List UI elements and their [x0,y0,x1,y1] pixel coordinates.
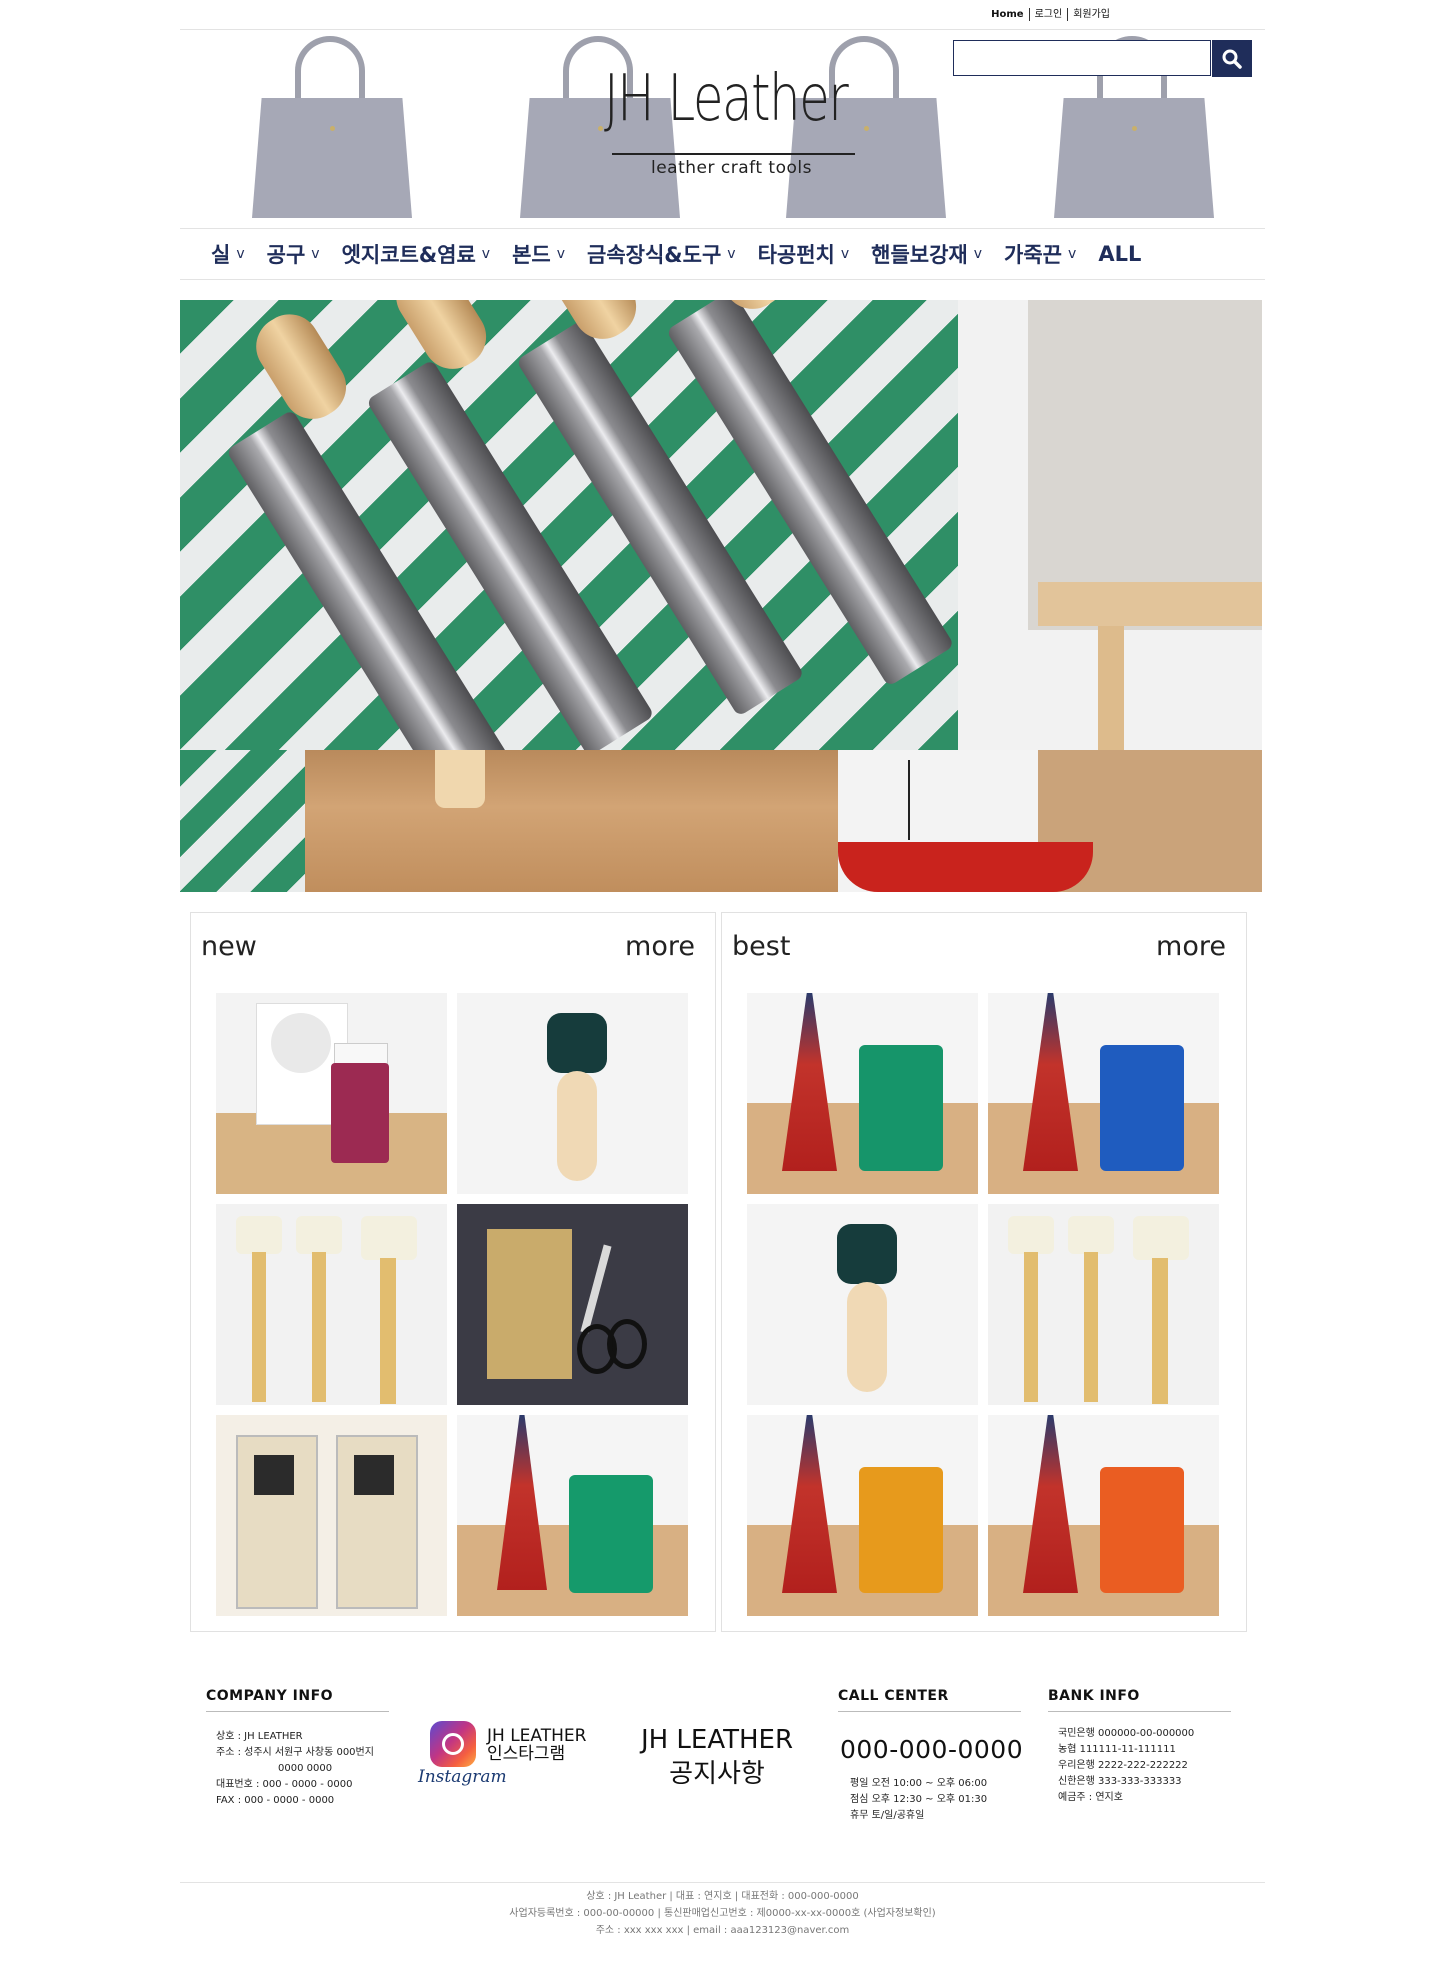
hero-stripe-image [180,750,305,892]
panel-title: new [201,931,257,962]
business-info: 상호 : JH Leather | 대표 : 연지호 | 대표전화 : 000-… [509,1891,936,1936]
best-more-link[interactable]: more [1156,931,1226,962]
nav-item-edgecoat[interactable]: 엣지코트&염료 v [342,239,491,269]
bank-info-heading: BANK INFO [1048,1688,1140,1704]
chevron-down-icon: v [556,246,566,262]
site-logo[interactable]: JH Leather [604,62,849,136]
chevron-down-icon: v [973,246,983,262]
divider [180,29,1265,30]
call-center-hours: 평일 오전 10:00 ~ 오후 06:00 점심 오후 12:30 ~ 오후 … [850,1778,988,1821]
nav-item-metal[interactable]: 금속장식&도구 v [587,239,736,269]
nav-item-handle[interactable]: 핸들보강재 v [871,239,982,269]
chevron-down-icon: v [311,246,320,262]
product-thumb[interactable] [457,1415,688,1616]
divider [180,279,1265,280]
product-thumb[interactable] [747,993,978,1194]
signup-link[interactable]: 회원가입 [1068,9,1115,20]
nav-item-bond[interactable]: 본드 v [512,239,565,269]
login-link[interactable]: 로그인 [1030,9,1068,20]
search-input[interactable] [953,40,1211,76]
nav-item-punch[interactable]: 타공펀치 v [758,239,850,269]
bag-image [252,36,412,218]
divider [838,1711,1021,1712]
product-thumb[interactable] [988,1204,1219,1405]
new-more-link[interactable]: more [625,931,695,962]
product-thumb[interactable] [216,1204,447,1405]
bank-info-text: 국민은행 000000-00-000000 농협 111111-11-11111… [1058,1728,1195,1803]
chevron-down-icon: v [727,246,736,262]
logo-subtitle: leather craft tools [651,158,812,178]
product-thumb[interactable] [988,1415,1219,1616]
logo-underline [612,153,855,155]
notice-link[interactable]: JH LEATHER 공지사항 [622,1723,812,1791]
nav-item-lace[interactable]: 가죽끈 v [1004,239,1076,269]
product-thumb[interactable] [216,1415,447,1616]
nav-item-thread[interactable]: 실v [211,239,245,269]
nav-item-all[interactable]: ALL [1098,242,1141,266]
hero-tools-image [180,300,958,807]
call-center-number: 000-000-0000 [840,1735,1024,1764]
hero-bottle-image [838,750,1262,892]
chevron-down-icon: v [236,246,245,262]
chevron-down-icon: v [840,246,850,262]
instagram-icon[interactable] [430,1721,476,1767]
panel-title: best [732,931,791,962]
instagram-link[interactable]: JH LEATHER 인스타그램 [487,1727,586,1763]
divider [180,1882,1265,1883]
search-button[interactable] [1212,40,1252,77]
product-thumb[interactable] [747,1204,978,1405]
hero-banner[interactable] [180,300,1262,892]
search-icon [1222,49,1242,69]
product-thumb[interactable] [988,993,1219,1194]
hero-easel-image [958,300,1262,750]
call-center-heading: CALL CENTER [838,1688,949,1704]
chevron-down-icon: v [481,246,491,262]
instagram-wordmark: Instagram [418,1767,507,1787]
chevron-down-icon: v [1068,246,1077,262]
product-thumb[interactable] [457,1204,688,1405]
top-links: Home 로그인 회원가입 [986,8,1115,21]
company-info-text: 상호 : JH LEATHER 주소 : 성주시 서원구 사창동 000번지 0… [216,1731,374,1806]
product-thumb[interactable] [457,993,688,1194]
product-thumb[interactable] [216,993,447,1194]
divider [206,1711,389,1712]
nav-item-tools[interactable]: 공구 v [267,239,320,269]
product-thumb[interactable] [747,1415,978,1616]
category-nav: 실v 공구 v 엣지코트&염료 v 본드 v 금속장식&도구 v 타공펀치 v 핸들보강재… [180,228,1265,280]
divider [1048,1711,1231,1712]
company-info-heading: COMPANY INFO [206,1688,334,1704]
home-link[interactable]: Home [986,9,1028,20]
